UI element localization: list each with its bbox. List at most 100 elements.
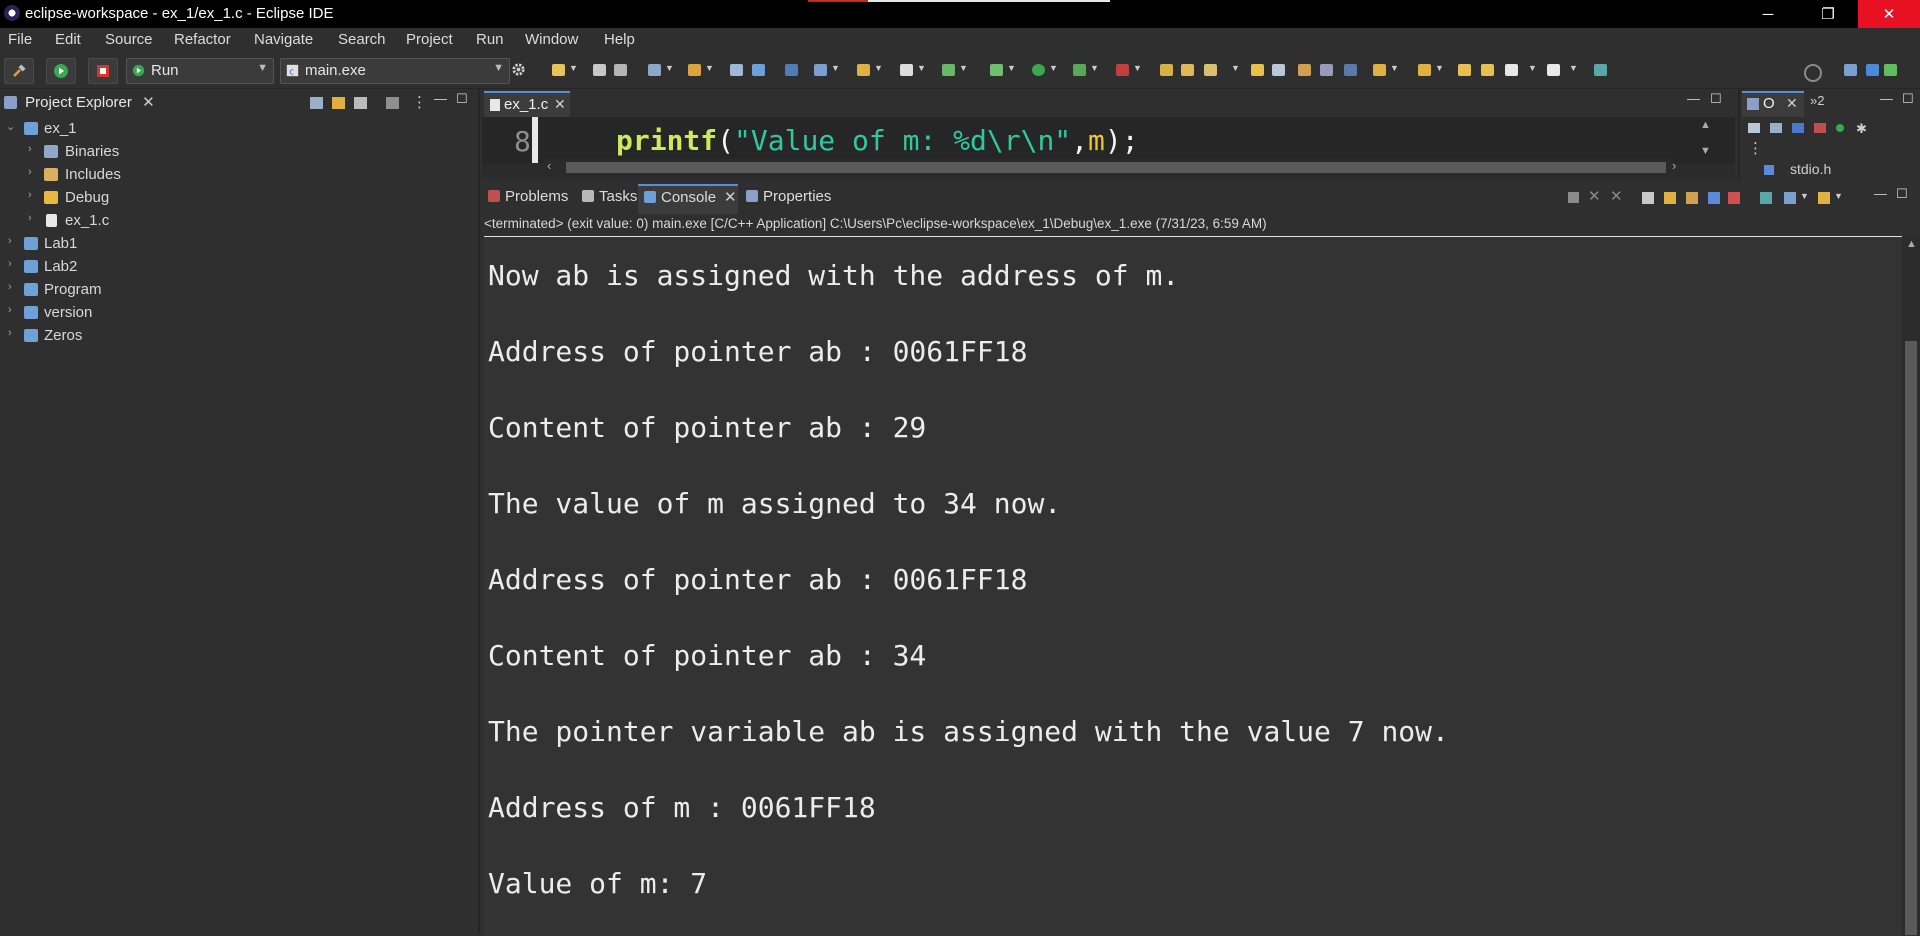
back-arrow-icon[interactable] <box>1505 64 1518 76</box>
open-type-icon[interactable] <box>1160 64 1173 76</box>
minimize-view-icon[interactable]: — <box>1874 186 1887 201</box>
build-all-icon[interactable] <box>688 64 701 76</box>
minimize-view-icon[interactable]: — <box>1880 91 1893 106</box>
chevron-right-icon[interactable]: › <box>8 304 12 316</box>
chevron-down-icon[interactable]: ▼ <box>1133 63 1142 73</box>
chevron-down-icon[interactable]: ▼ <box>1435 63 1444 73</box>
properties-icon[interactable] <box>648 64 661 76</box>
chevron-down-icon[interactable]: ▼ <box>1007 63 1016 73</box>
refresh-icon[interactable] <box>942 64 955 76</box>
terminal-icon[interactable] <box>752 64 765 76</box>
clear-console-icon[interactable] <box>1642 192 1654 204</box>
scroll-lock-icon[interactable] <box>1664 192 1676 204</box>
search-tool-icon[interactable] <box>1204 64 1217 76</box>
select-icon[interactable] <box>785 64 798 76</box>
chevron-down-icon[interactable]: ▼ <box>1834 191 1843 201</box>
forward-arrow-icon[interactable] <box>1547 64 1560 76</box>
chevron-down-icon[interactable]: ▼ <box>1528 63 1537 73</box>
minimize-button[interactable]: ─ <box>1745 0 1791 28</box>
chevron-right-icon[interactable]: › <box>8 327 12 339</box>
calculator-icon[interactable] <box>730 64 743 76</box>
open-resource-icon[interactable] <box>1181 64 1194 76</box>
menu-refactor[interactable]: Refactor <box>174 31 231 48</box>
code-view[interactable]: 8 printf("Value of m: %d\r\n",m); ▲ ▼ <box>482 117 1735 163</box>
hide-fields-icon[interactable] <box>1792 123 1804 133</box>
chevron-right-icon[interactable]: › <box>28 189 32 201</box>
open-folder-icon[interactable] <box>857 64 870 76</box>
sort-icon[interactable] <box>1748 123 1760 133</box>
chevron-right-icon[interactable]: › <box>28 166 32 178</box>
debug-launch-button[interactable] <box>46 58 76 84</box>
pilcrow-icon[interactable] <box>1344 64 1357 76</box>
launch-config-select[interactable]: c main.exe ▼ <box>280 58 510 84</box>
chevron-down-icon[interactable]: ▼ <box>874 63 883 73</box>
horizontal-scrollbar[interactable]: ‹ › <box>544 158 1676 175</box>
chevron-down-icon[interactable]: ▼ <box>569 63 578 73</box>
close-icon[interactable]: ✕ <box>724 189 737 206</box>
scroll-up-icon[interactable]: ▲ <box>1906 238 1917 250</box>
chevron-down-icon[interactable]: ▼ <box>665 63 674 73</box>
back-history-icon[interactable] <box>1481 64 1494 76</box>
scrollbar-thumb[interactable] <box>1905 341 1917 935</box>
view-menu-icon[interactable]: ⋮ <box>412 93 427 111</box>
maximize-view-icon[interactable]: ☐ <box>456 91 468 107</box>
last-edit-icon[interactable] <box>1458 64 1471 76</box>
chevron-right-icon[interactable]: › <box>8 258 12 270</box>
pin-console-icon[interactable] <box>1760 192 1772 204</box>
chevron-down-icon[interactable]: ▼ <box>917 63 926 73</box>
tab-properties[interactable]: Properties <box>746 188 831 205</box>
collapse-all-icon[interactable] <box>310 97 323 109</box>
external-tools-icon[interactable] <box>1116 64 1129 76</box>
chevron-down-icon[interactable]: ▼ <box>1090 63 1099 73</box>
build-button[interactable] <box>4 58 34 84</box>
focus-icon[interactable] <box>386 97 399 109</box>
show-stdout-icon[interactable] <box>1708 192 1720 204</box>
chevron-down-icon[interactable]: ▼ <box>705 63 714 73</box>
tab-problems[interactable]: Problems <box>488 188 568 205</box>
chevron-down-icon[interactable]: ▼ <box>1569 63 1578 73</box>
menu-source[interactable]: Source <box>105 31 153 48</box>
chevron-down-icon[interactable]: ⌄ <box>6 120 15 133</box>
menu-window[interactable]: Window <box>525 31 578 48</box>
tab-ex1-c[interactable]: ex_1.c ✕ <box>484 91 570 119</box>
hide-nonpublic-icon[interactable] <box>1836 124 1844 132</box>
close-icon[interactable]: ✕ <box>1786 95 1798 112</box>
tab-project-explorer[interactable]: Project Explorer ✕ <box>4 93 155 119</box>
chevron-down-icon[interactable]: ▼ <box>831 63 840 73</box>
minimize-view-icon[interactable]: — <box>1687 91 1700 106</box>
remove-all-icon[interactable]: ✕ <box>1610 187 1623 205</box>
chevron-down-icon[interactable]: ▼ <box>959 63 968 73</box>
pin-editor-icon[interactable] <box>1594 64 1607 76</box>
coverage-icon[interactable] <box>1073 64 1086 76</box>
collapse-all-icon[interactable] <box>1770 123 1782 133</box>
search-icon[interactable] <box>1804 64 1822 82</box>
gear-icon[interactable] <box>511 62 526 77</box>
run-last-icon[interactable] <box>1032 64 1045 76</box>
save-icon[interactable] <box>593 64 606 76</box>
terminate-icon[interactable] <box>1568 192 1579 203</box>
new-file-icon[interactable] <box>900 64 913 76</box>
menu-file[interactable]: File <box>8 31 32 48</box>
debug-icon[interactable] <box>990 64 1003 76</box>
maximize-view-icon[interactable]: ☐ <box>1902 91 1914 107</box>
close-icon[interactable]: ✕ <box>554 96 566 113</box>
next-annotation-icon[interactable] <box>1373 64 1386 76</box>
block-select-icon[interactable] <box>1320 64 1333 76</box>
link-icon[interactable]: ✱ <box>1856 121 1867 137</box>
filter-icon[interactable] <box>354 97 367 109</box>
menu-search[interactable]: Search <box>338 31 386 48</box>
debug-perspective-icon[interactable] <box>1884 64 1897 76</box>
tab-outline[interactable]: O ✕ <box>1742 91 1804 117</box>
scroll-right-icon[interactable]: › <box>1672 158 1676 173</box>
scroll-left-icon[interactable]: ‹ <box>547 158 551 173</box>
close-icon[interactable]: ✕ <box>142 94 155 111</box>
menu-navigate[interactable]: Navigate <box>254 31 313 48</box>
console-output[interactable]: Now ab is assigned with the address of m… <box>484 236 1920 936</box>
scroll-down-icon[interactable]: ▼ <box>1700 145 1711 157</box>
new-class-icon[interactable] <box>814 64 827 76</box>
chevron-right-icon[interactable]: › <box>28 212 32 224</box>
prev-annotation-icon[interactable] <box>1418 64 1431 76</box>
maximize-view-icon[interactable]: ☐ <box>1896 186 1908 202</box>
show-stderr-icon[interactable] <box>1728 192 1740 204</box>
chevron-right-icon[interactable]: › <box>8 235 12 247</box>
